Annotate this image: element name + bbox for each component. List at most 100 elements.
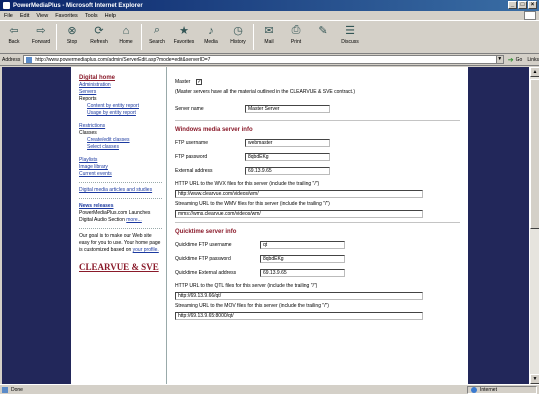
wvx-url-input[interactable]: http://www.clearvue.com/videos/wm/ [175, 190, 423, 198]
status-bar: Done Internet [0, 384, 539, 394]
maximize-button[interactable]: □ [518, 1, 527, 9]
favorites-icon: ★ [179, 25, 189, 37]
nav-link[interactable]: Current events [79, 171, 162, 178]
menu-favorites[interactable]: Favorites [55, 13, 78, 19]
qt-external-label: Quicktime External address [175, 269, 237, 276]
close-button[interactable]: × [528, 1, 537, 9]
toolbar-button-label: Media [204, 39, 218, 45]
windows-media-heading: Windows media server info [175, 127, 253, 133]
toolbar-button[interactable]: ⇨ Forward [29, 24, 53, 45]
toolbar-button-label: Back [8, 39, 20, 45]
qtl-url-input[interactable]: http://69.13.9.66/qt/ [175, 292, 423, 300]
ftp-password-label: FTP password [175, 153, 208, 160]
mov-url-input[interactable]: http://69.13.9.65:8000/qt/ [175, 312, 423, 320]
nav-link[interactable]: Create/edit classes [79, 137, 162, 144]
toolbar-button[interactable]: ⌂ Home [114, 24, 138, 46]
title-bar: PowerMediaPlus - Microsoft Internet Expl… [0, 0, 539, 11]
toolbar-button[interactable]: ♪ Media [199, 24, 223, 46]
minimize-button[interactable]: _ [508, 1, 517, 9]
menu-help[interactable]: Help [105, 13, 116, 19]
globe-icon [471, 387, 477, 393]
toolbar-button[interactable]: ★ Favorites [172, 24, 196, 45]
zone-label: Internet [480, 387, 497, 393]
toolbar-button[interactable]: ⇦ Back [2, 24, 26, 45]
qt-password-input[interactable]: 8qbdEKg [260, 255, 345, 263]
links-button[interactable]: Links [527, 57, 539, 63]
ftp-password-input[interactable]: 8qbdEKg [245, 153, 330, 161]
address-dropdown-button[interactable]: ▼ [495, 55, 504, 64]
go-arrow-icon: ➔ [507, 56, 514, 64]
menu-file[interactable]: File [4, 13, 13, 19]
nav-articles-link[interactable]: Digital media articles and studies [79, 187, 162, 194]
divider [79, 198, 162, 199]
ie-icon [3, 2, 10, 9]
left-navigation: Digital home Administration Servers Report… [71, 67, 166, 384]
menu-edit[interactable]: Edit [20, 13, 29, 19]
toolbar-button-label: Home [119, 39, 133, 45]
status-text: Done [11, 386, 23, 393]
media-icon: ♪ [208, 24, 214, 37]
nav-link[interactable]: Image library [79, 164, 162, 171]
wmv-url-label: Streaming URL to the WMV files for this … [175, 201, 330, 207]
address-label: Address [2, 56, 21, 63]
toolbar-button[interactable]: ◷ History [226, 24, 250, 45]
toolbar-button[interactable]: ⌕ Search [145, 24, 169, 45]
edit-icon: ✎ [318, 25, 328, 37]
profile-link[interactable]: your profile. [133, 247, 159, 253]
menu-tools[interactable]: Tools [85, 13, 98, 19]
ftp-username-input[interactable]: webmaster [245, 139, 330, 147]
nav-link[interactable]: Administration [79, 82, 162, 89]
server-name-row: Server name Master Server [175, 102, 460, 116]
qt-external-input[interactable]: 69.13.9.65 [260, 269, 345, 277]
external-address-input[interactable]: 69.13.9.65 [245, 167, 330, 175]
nav-link[interactable]: Servers [79, 89, 162, 96]
toolbar-button-label: Favorites [173, 39, 195, 45]
server-edit-form: Master ✓ (Master servers have all the ma… [166, 67, 468, 384]
vertical-scrollbar[interactable]: ▲ ▼ [529, 67, 539, 384]
clearvue-logo[interactable]: CLEARVUE & SVE [79, 263, 162, 272]
server-name-input[interactable]: Master Server [245, 105, 330, 113]
page-icon [26, 56, 33, 63]
toolbar-button[interactable]: ✎ [311, 24, 335, 39]
news-more-link[interactable]: more... [126, 217, 142, 223]
scroll-down-button[interactable]: ▼ [530, 374, 539, 384]
toolbar-button[interactable]: ⟳ Refresh [87, 24, 111, 45]
news-releases-heading[interactable]: News releases [79, 203, 162, 210]
ftp-password-row: FTP password 8qbdEKg [175, 150, 460, 164]
nav-link[interactable]: Restrictions [79, 123, 162, 130]
scroll-thumb[interactable] [530, 79, 539, 229]
nav-digital-home[interactable]: Digital home [79, 75, 162, 82]
scroll-up-button[interactable]: ▲ [530, 67, 539, 77]
toolbar-separator [56, 24, 57, 50]
address-bar: Address http://www.powermediaplus.com/ad… [0, 54, 539, 66]
toolbar-button[interactable]: ☰ Discuss [338, 24, 362, 45]
window-title: PowerMediaPlus - Microsoft Internet Expl… [13, 2, 143, 9]
nav-link[interactable]: Content by entity report [79, 103, 162, 110]
nav-link[interactable]: Usage by entity report [79, 110, 162, 117]
qt-password-row: Quicktime FTP password 8qbdEKg [175, 252, 460, 266]
print-icon: ⎙ [291, 24, 301, 36]
wmv-url-input[interactable]: mms://wms.clearvue.com/videos/wm/ [175, 210, 423, 218]
nav-link[interactable]: Select classes [79, 144, 162, 151]
toolbar-button-label: Discuss [341, 39, 359, 45]
history-icon: ◷ [233, 25, 243, 37]
toolbar-button-label: Mail [264, 39, 274, 45]
master-checkbox[interactable]: ✓ [196, 79, 203, 85]
page-done-icon [2, 386, 8, 393]
qt-username-label: Quicktime FTP username [175, 241, 232, 248]
go-button[interactable]: ➔ Go [508, 56, 523, 64]
qt-password-label: Quicktime FTP password [175, 255, 231, 262]
toolbar-button[interactable]: ⎙ Print [284, 24, 308, 45]
ftp-username-row: FTP username webmaster [175, 136, 460, 150]
qt-username-input[interactable]: qt [260, 241, 345, 249]
master-label: Master [175, 78, 191, 85]
standard-toolbar: ⇦ Back ⇨ Forward ⊗ Stop ⟳ Refresh ⌂ Home ⌕ Search ★ F… [0, 20, 539, 54]
toolbar-button[interactable]: ✉ Mail [257, 24, 281, 45]
nav-link[interactable]: Playlists [79, 157, 162, 164]
address-input[interactable]: http://www.powermediaplus.com/admin/Serv… [23, 55, 497, 64]
toolbar-button[interactable]: ⊗ Stop [60, 24, 84, 45]
menu-view[interactable]: View [36, 13, 48, 19]
toolbar-button-label: History [230, 39, 246, 45]
page-viewport: Digital home Administration Servers Report… [2, 67, 529, 384]
nav-list: Administration Servers Reports Content by e… [79, 82, 162, 178]
